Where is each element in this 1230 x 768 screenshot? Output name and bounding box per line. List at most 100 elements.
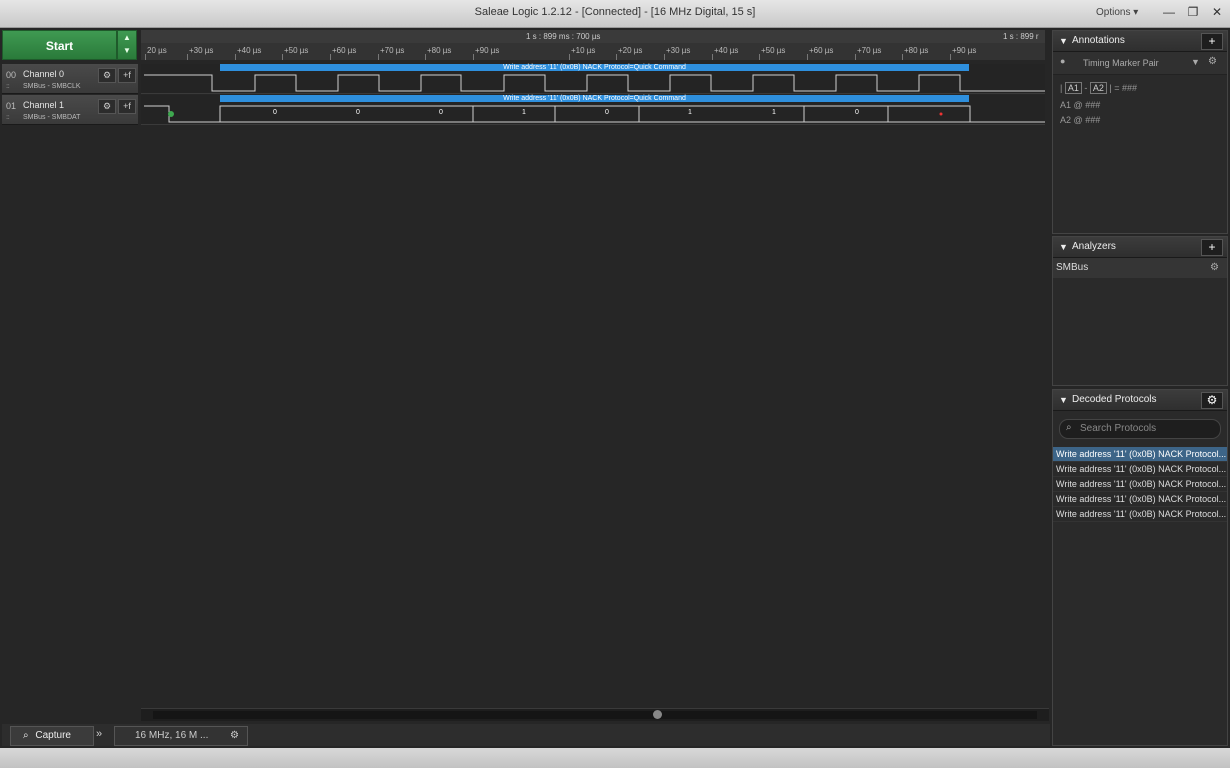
panel-title: Analyzers bbox=[1072, 241, 1116, 252]
timing-marker-row[interactable]: ● Timing Marker Pair ▼ ⚙ bbox=[1053, 52, 1227, 75]
bit-label: 0 bbox=[356, 109, 360, 116]
gear-icon[interactable]: ⚙ bbox=[1201, 392, 1223, 409]
drag-handle-icon[interactable]: :::: bbox=[6, 84, 10, 90]
decoded-protocols-header[interactable]: ▼ Decoded Protocols ⚙ bbox=[1053, 390, 1227, 411]
start-options-button[interactable]: ▲ ▼ bbox=[117, 30, 137, 60]
double-chevron-icon[interactable]: » bbox=[96, 728, 102, 740]
collapse-triangle-icon[interactable]: ▼ bbox=[1059, 31, 1068, 51]
a1-value: ### bbox=[1085, 100, 1101, 110]
tab-label: Capture bbox=[35, 730, 71, 741]
decoded-row[interactable]: Write address '11' (0x0B) NACK Protocol.… bbox=[1053, 462, 1227, 477]
tick-mark bbox=[950, 54, 951, 60]
gear-icon[interactable]: ⚙ bbox=[230, 727, 239, 745]
analyzers-header[interactable]: ▼ Analyzers + bbox=[1053, 237, 1227, 258]
restore-button[interactable]: ❐ bbox=[1182, 3, 1204, 21]
tick-label: +90 µs bbox=[475, 46, 500, 55]
at-symbol: @ bbox=[1073, 115, 1083, 125]
tick-label: +70 µs bbox=[380, 46, 405, 55]
a1-label: A1 bbox=[1060, 100, 1072, 110]
search-icon: ⌕ bbox=[1066, 422, 1072, 433]
bit-label: 0 bbox=[605, 109, 609, 116]
drag-handle-icon[interactable]: :::: bbox=[6, 115, 10, 121]
gear-icon[interactable]: ⚙ bbox=[98, 68, 116, 83]
tick-mark bbox=[378, 54, 379, 60]
analyzers-panel: ▼ Analyzers + SMBus ⚙ bbox=[1052, 236, 1228, 386]
tick-label: +10 µs bbox=[571, 46, 596, 55]
dropdown-icon[interactable]: ▼ bbox=[1191, 57, 1200, 67]
tab-label: 16 MHz, 16 M ... bbox=[135, 730, 209, 741]
close-button[interactable]: ✕ bbox=[1206, 3, 1228, 21]
time-ruler-ticks[interactable]: 20 µs +30 µs +40 µs +50 µs +60 µs +70 µs +80 µ… bbox=[141, 43, 1045, 60]
tick-label: +80 µs bbox=[427, 46, 452, 55]
horizontal-scrollbar[interactable] bbox=[141, 708, 1049, 721]
tick-label: +20 µs bbox=[618, 46, 643, 55]
time-ruler-top[interactable]: 1 s : 899 ms : 700 µs 1 s : 899 r bbox=[141, 30, 1045, 43]
channel-name[interactable]: Channel 0 bbox=[23, 69, 64, 79]
tick-label: +40 µs bbox=[237, 46, 262, 55]
tick-label: +30 µs bbox=[189, 46, 214, 55]
add-trigger-icon[interactable]: +f bbox=[118, 99, 136, 114]
a2-label: A2 bbox=[1060, 115, 1072, 125]
channel-0-header[interactable]: 00 :::: Channel 0 SMBus - SMBCLK ⚙ +f bbox=[2, 64, 138, 94]
bit-label: 1 bbox=[772, 109, 776, 116]
add-trigger-icon[interactable]: +f bbox=[118, 68, 136, 83]
minimize-button[interactable]: — bbox=[1158, 3, 1180, 21]
tab-session[interactable]: 16 MHz, 16 M ... ⚙ bbox=[114, 726, 248, 746]
channel-1-header[interactable]: 01 :::: Channel 1 SMBus - SMBDAT ⚙ +f bbox=[2, 95, 138, 125]
options-menu[interactable]: Options ▾ bbox=[1096, 7, 1138, 18]
add-analyzer-button[interactable]: + bbox=[1201, 239, 1223, 256]
decoded-row[interactable]: Write address '11' (0x0B) NACK Protocol.… bbox=[1053, 447, 1227, 462]
tick-mark bbox=[759, 54, 760, 60]
ruler-right-time: 1 s : 899 r bbox=[1003, 32, 1039, 41]
annotation-formula: | A1 - A2 | = ### bbox=[1060, 82, 1138, 94]
status-bar bbox=[0, 748, 1230, 768]
ruler-center-time: 1 s : 899 ms : 700 µs bbox=[526, 32, 601, 41]
collapse-triangle-icon[interactable]: ▼ bbox=[1059, 237, 1068, 257]
a1-row: A1 @ ### bbox=[1060, 100, 1100, 110]
gear-icon[interactable]: ⚙ bbox=[98, 99, 116, 114]
scroll-handle[interactable] bbox=[653, 710, 662, 719]
decoded-row[interactable]: Write address '11' (0x0B) NACK Protocol.… bbox=[1053, 477, 1227, 492]
tick-label: +50 µs bbox=[761, 46, 786, 55]
start-button[interactable]: Start bbox=[2, 30, 117, 60]
start-marker-icon bbox=[168, 111, 174, 117]
tick-mark bbox=[282, 54, 283, 60]
arrow-up-icon: ▲ bbox=[123, 33, 131, 42]
title-bar: Saleae Logic 1.2.12 - [Connected] - [16 … bbox=[0, 0, 1230, 28]
main-area: Start ▲ ▼ 00 :::: Channel 0 SMBus - SMBC… bbox=[0, 28, 1230, 748]
stop-marker-icon bbox=[939, 112, 943, 116]
collapse-triangle-icon[interactable]: ▼ bbox=[1059, 390, 1068, 410]
a2-box: A2 bbox=[1089, 82, 1107, 94]
a2-row: A2 @ ### bbox=[1060, 115, 1100, 125]
decoded-row[interactable]: Write address '11' (0x0B) NACK Protocol.… bbox=[1053, 492, 1227, 507]
add-annotation-button[interactable]: + bbox=[1201, 33, 1223, 50]
clock-trace bbox=[144, 74, 1045, 92]
window-title: Saleae Logic 1.2.12 - [Connected] - [16 … bbox=[474, 6, 756, 18]
tick-label: +90 µs bbox=[952, 46, 977, 55]
channel-number: 00 bbox=[6, 70, 17, 80]
tick-label: +40 µs bbox=[714, 46, 739, 55]
annotation-values: | A1 - A2 | = ### A1 @ ### A2 @ ### bbox=[1053, 75, 1227, 135]
bit-label: 0 bbox=[439, 109, 443, 116]
tick-mark bbox=[569, 54, 570, 60]
channel-name[interactable]: Channel 1 bbox=[23, 100, 64, 110]
decoded-row[interactable]: Write address '11' (0x0B) NACK Protocol.… bbox=[1053, 507, 1227, 522]
bit-label: 0 bbox=[273, 109, 277, 116]
analyzer-item-smbus[interactable]: SMBus ⚙ bbox=[1053, 258, 1227, 278]
channel-0-waveform[interactable]: Write address '11' (0x0B) NACK Protocol=… bbox=[141, 64, 1045, 94]
search-input[interactable]: ⌕ Search Protocols bbox=[1059, 419, 1221, 439]
arrow-down-icon: ▼ bbox=[123, 46, 131, 55]
chevron-down-icon: ▾ bbox=[1133, 7, 1139, 18]
gear-icon[interactable]: ⚙ bbox=[1208, 56, 1217, 67]
gear-icon[interactable]: ⚙ bbox=[1210, 258, 1219, 278]
tick-label: +80 µs bbox=[904, 46, 929, 55]
channel-1-waveform[interactable]: Write address '11' (0x0B) NACK Protocol=… bbox=[141, 95, 1045, 125]
tick-mark bbox=[616, 54, 617, 60]
tick-label: +30 µs bbox=[666, 46, 691, 55]
scroll-track[interactable] bbox=[153, 711, 1037, 719]
annotations-header[interactable]: ▼ Annotations + bbox=[1053, 31, 1227, 52]
tab-capture[interactable]: ⌕ Capture bbox=[10, 726, 94, 746]
tick-mark bbox=[855, 54, 856, 60]
tick-label: +70 µs bbox=[857, 46, 882, 55]
capture-icon: ⌕ bbox=[23, 730, 29, 741]
